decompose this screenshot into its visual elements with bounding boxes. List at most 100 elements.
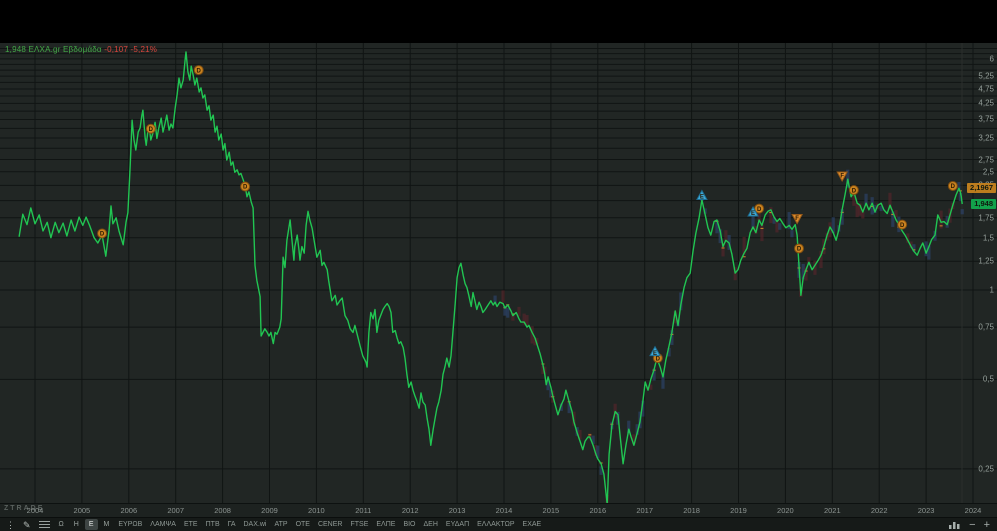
indicator-dash <box>760 227 764 229</box>
year-axis-label: 2007 <box>167 506 185 515</box>
year-axis-label: 2015 <box>542 506 560 515</box>
year-axis-label: 2017 <box>636 506 654 515</box>
volume-bars-icon[interactable] <box>949 520 961 529</box>
price-axis-label: 2,75 <box>978 155 994 164</box>
chart-zoom-controls: − + <box>949 519 994 530</box>
last-price-badge: 1,948 <box>971 198 996 209</box>
price-axis-label: 6 <box>989 54 994 64</box>
indicator-dash <box>721 247 725 249</box>
marker-glyph: F <box>795 216 799 222</box>
marker-glyph: E <box>700 195 704 201</box>
year-axis-label: 2011 <box>355 506 372 515</box>
marker-glyph: E <box>751 211 755 217</box>
timeframe-button-Ω[interactable]: Ω <box>55 519 68 530</box>
weekly-candle <box>861 211 865 219</box>
ticker-tab[interactable]: ΛΑΜΨΑ <box>147 519 179 530</box>
ticker-tab[interactable]: ΒΙΟ <box>400 519 418 530</box>
ticker-tab[interactable]: ΕΛΛΑΚΤΩΡ <box>474 519 517 530</box>
ticker-tab[interactable]: CENER <box>315 519 346 530</box>
ticker-tab[interactable]: ΠΤΒ <box>203 519 223 530</box>
price-axis-label: 1 <box>989 285 994 295</box>
timeframe-text: Εβδομάδα <box>63 45 102 54</box>
weekly-candle <box>790 230 794 238</box>
indicator-list-icon[interactable] <box>38 521 50 528</box>
ticker-tab[interactable]: DAX.wi <box>241 519 270 530</box>
chart-legend-line: 1,948 ΕΛΧΑ.gr Εβδομάδα -0,107 -5,21% <box>5 45 157 54</box>
ticker-tab[interactable]: ΕΥΡΩΒ <box>115 519 145 530</box>
bottom-toolbar: ⋮ ✎ ΩΗΕΜ ΕΥΡΩΒ ΛΑΜΨΑ ΕΤΕ ΠΤΒ ΓΑ DAX.wi ΑΤΡ ΟΤΕ C… <box>0 517 997 531</box>
marker-glyph: D <box>197 68 202 74</box>
price-axis-label: 4,75 <box>978 84 994 94</box>
year-axis-label: 2016 <box>589 506 607 515</box>
last-price-text: 1,948 <box>5 45 27 54</box>
ticker-tab[interactable]: FTSE <box>347 519 371 530</box>
price-axis-label: 0,75 <box>978 322 994 332</box>
timeframe-button-Η[interactable]: Η <box>70 519 83 530</box>
year-axis-label: 2013 <box>448 506 466 515</box>
zoom-in-button[interactable]: + <box>984 519 990 530</box>
zoom-out-button[interactable]: − <box>969 519 975 530</box>
ticker-tab[interactable]: ΕΤΕ <box>181 519 201 530</box>
marker-glyph: D <box>951 184 956 190</box>
indicator-price-badge: 2,1967 <box>967 183 996 194</box>
ticker-tab[interactable]: ΕΧΑΕ <box>520 519 545 530</box>
marker-glyph: D <box>900 223 905 229</box>
marker-glyph: D <box>149 127 154 133</box>
year-axis-label: 2012 <box>401 506 419 515</box>
price-axis-label: 3,75 <box>978 114 994 124</box>
weekly-candle <box>760 224 764 242</box>
ticker-tab[interactable]: ΓΑ <box>225 519 239 530</box>
marker-glyph: D <box>656 356 661 362</box>
timeframe-button-Ε[interactable]: Ε <box>84 519 98 530</box>
ticker-tab[interactable]: ΟΤΕ <box>293 519 313 530</box>
year-axis-label: 2018 <box>683 506 700 515</box>
price-axis-label: 4,25 <box>978 98 994 108</box>
ticker-tab[interactable]: ΔΕΗ <box>421 519 441 530</box>
timeframe-buttons: ΩΗΕΜ <box>55 519 114 530</box>
year-axis-label: 2020 <box>777 506 794 515</box>
year-axis-label: 2004 <box>26 506 44 515</box>
weekly-candle <box>506 307 510 318</box>
menu-kebab-icon[interactable]: ⋮ <box>3 519 18 531</box>
weekly-candle <box>960 209 964 215</box>
price-axis-label: 2,5 <box>982 167 994 177</box>
year-axis-label: 2014 <box>495 506 513 515</box>
price-axis-label: 1,25 <box>978 256 994 266</box>
ticker-tab[interactable]: ΕΥΔΑΠ <box>443 519 472 530</box>
trading-app-window: DDDDDDDDDDEEEFF 1,948 ΕΛΧΑ.gr Εβδομάδα -… <box>0 0 997 531</box>
marker-glyph: D <box>797 247 802 253</box>
timeframe-button-Μ[interactable]: Μ <box>100 519 114 530</box>
year-axis-label: 2021 <box>823 506 841 515</box>
marker-glyph: D <box>757 207 762 213</box>
price-axis-label: 1,75 <box>978 213 994 223</box>
weekly-candle <box>855 202 859 218</box>
price-axis-label: 0,25 <box>978 464 994 474</box>
year-axis-label: 2006 <box>120 506 138 515</box>
price-axis-label: 0,5 <box>982 374 994 384</box>
price-chart-canvas[interactable]: DDDDDDDDDDEEEFF <box>0 43 997 503</box>
draw-pencil-icon[interactable]: ✎ <box>20 519 34 531</box>
indicator-dash <box>588 434 592 436</box>
year-axis-label: 2010 <box>308 506 325 515</box>
ticker-tabs: ΕΥΡΩΒ ΛΑΜΨΑ ΕΤΕ ΠΤΒ ΓΑ DAX.wi ΑΤΡ ΟΤΕ CENER FTSE Ε… <box>115 519 544 530</box>
price-axis-label: 1,5 <box>982 233 994 243</box>
weekly-candle <box>778 223 782 230</box>
weekly-candle <box>501 290 505 303</box>
year-axis-label: 2005 <box>73 506 91 515</box>
ticker-tab[interactable]: ΑΤΡ <box>271 519 290 530</box>
marker-glyph: D <box>852 188 857 194</box>
price-axis-label: 5,25 <box>978 71 994 81</box>
marker-glyph: D <box>100 232 105 238</box>
ticker-tab[interactable]: ΕΛΠΕ <box>373 519 398 530</box>
change-pct-text: -5,21% <box>130 45 158 54</box>
year-axis-label: 2009 <box>261 506 278 515</box>
chart-area[interactable]: DDDDDDDDDDEEEFF 1,948 ΕΛΧΑ.gr Εβδομάδα -… <box>0 43 997 503</box>
marker-glyph: F <box>840 173 844 179</box>
symbol-text: ΕΛΧΑ.gr <box>28 45 61 54</box>
year-axis-label: 2023 <box>917 506 935 515</box>
year-axis-label: 2019 <box>730 506 747 515</box>
indicator-dash <box>939 225 943 227</box>
time-axis[interactable]: ZTRADE 2004 2005 2006 2007 2008 2009 2010 2011 2… <box>0 503 997 518</box>
year-axis-label: 2008 <box>214 506 231 515</box>
marker-glyph: D <box>243 185 248 191</box>
